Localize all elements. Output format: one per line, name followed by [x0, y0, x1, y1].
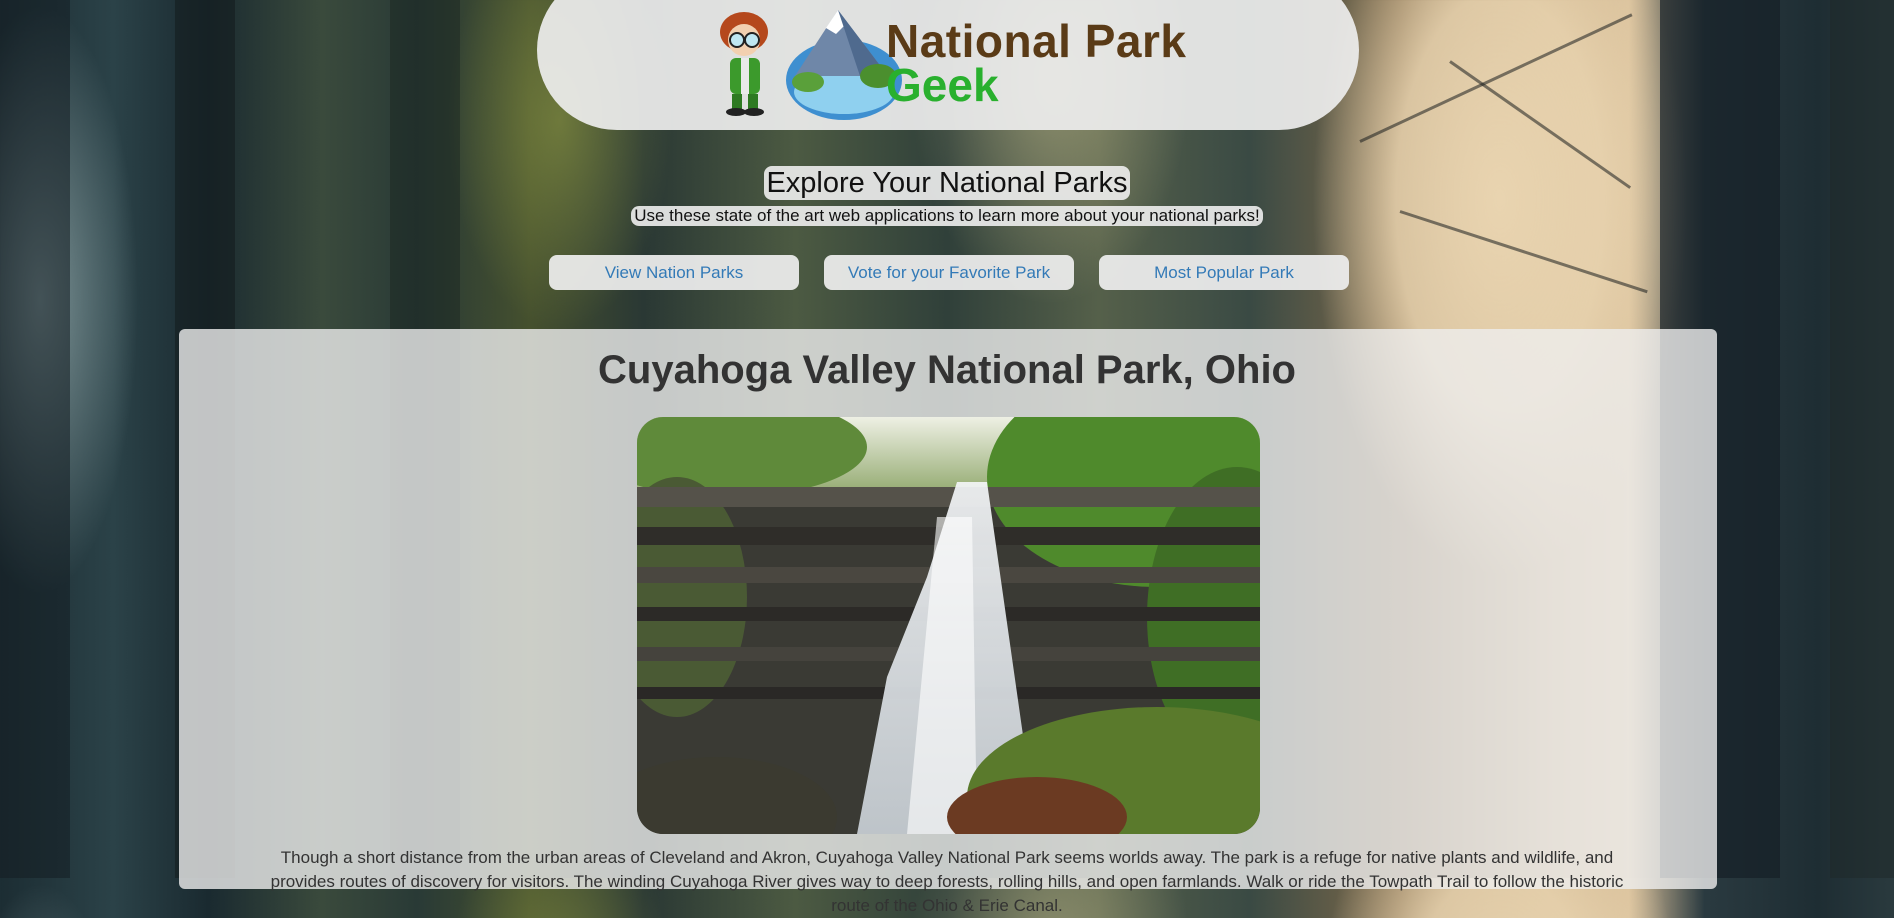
tree-trunk-left	[0, 0, 70, 878]
branch	[1359, 13, 1633, 143]
tree-trunk-far-right	[1830, 0, 1894, 878]
hero-subtitle: Use these state of the art web applicati…	[631, 206, 1263, 226]
park-photo	[637, 417, 1260, 834]
hero-title-wrap: Explore Your National Parks	[0, 166, 1894, 200]
mountain-lake-icon	[786, 10, 902, 120]
geek-character-icon	[720, 12, 768, 116]
hero-title: Explore Your National Parks	[764, 166, 1130, 200]
park-description: Though a short distance from the urban a…	[270, 848, 1624, 915]
logo-text-geek: Geek	[886, 59, 999, 111]
most-popular-park-button[interactable]: Most Popular Park	[1099, 255, 1349, 290]
view-parks-button[interactable]: View Nation Parks	[549, 255, 799, 290]
park-title: Cuyahoga Valley National Park, Ohio	[598, 348, 1296, 392]
vote-favorite-park-button[interactable]: Vote for your Favorite Park	[824, 255, 1074, 290]
hero-subtitle-wrap: Use these state of the art web applicati…	[0, 206, 1894, 226]
